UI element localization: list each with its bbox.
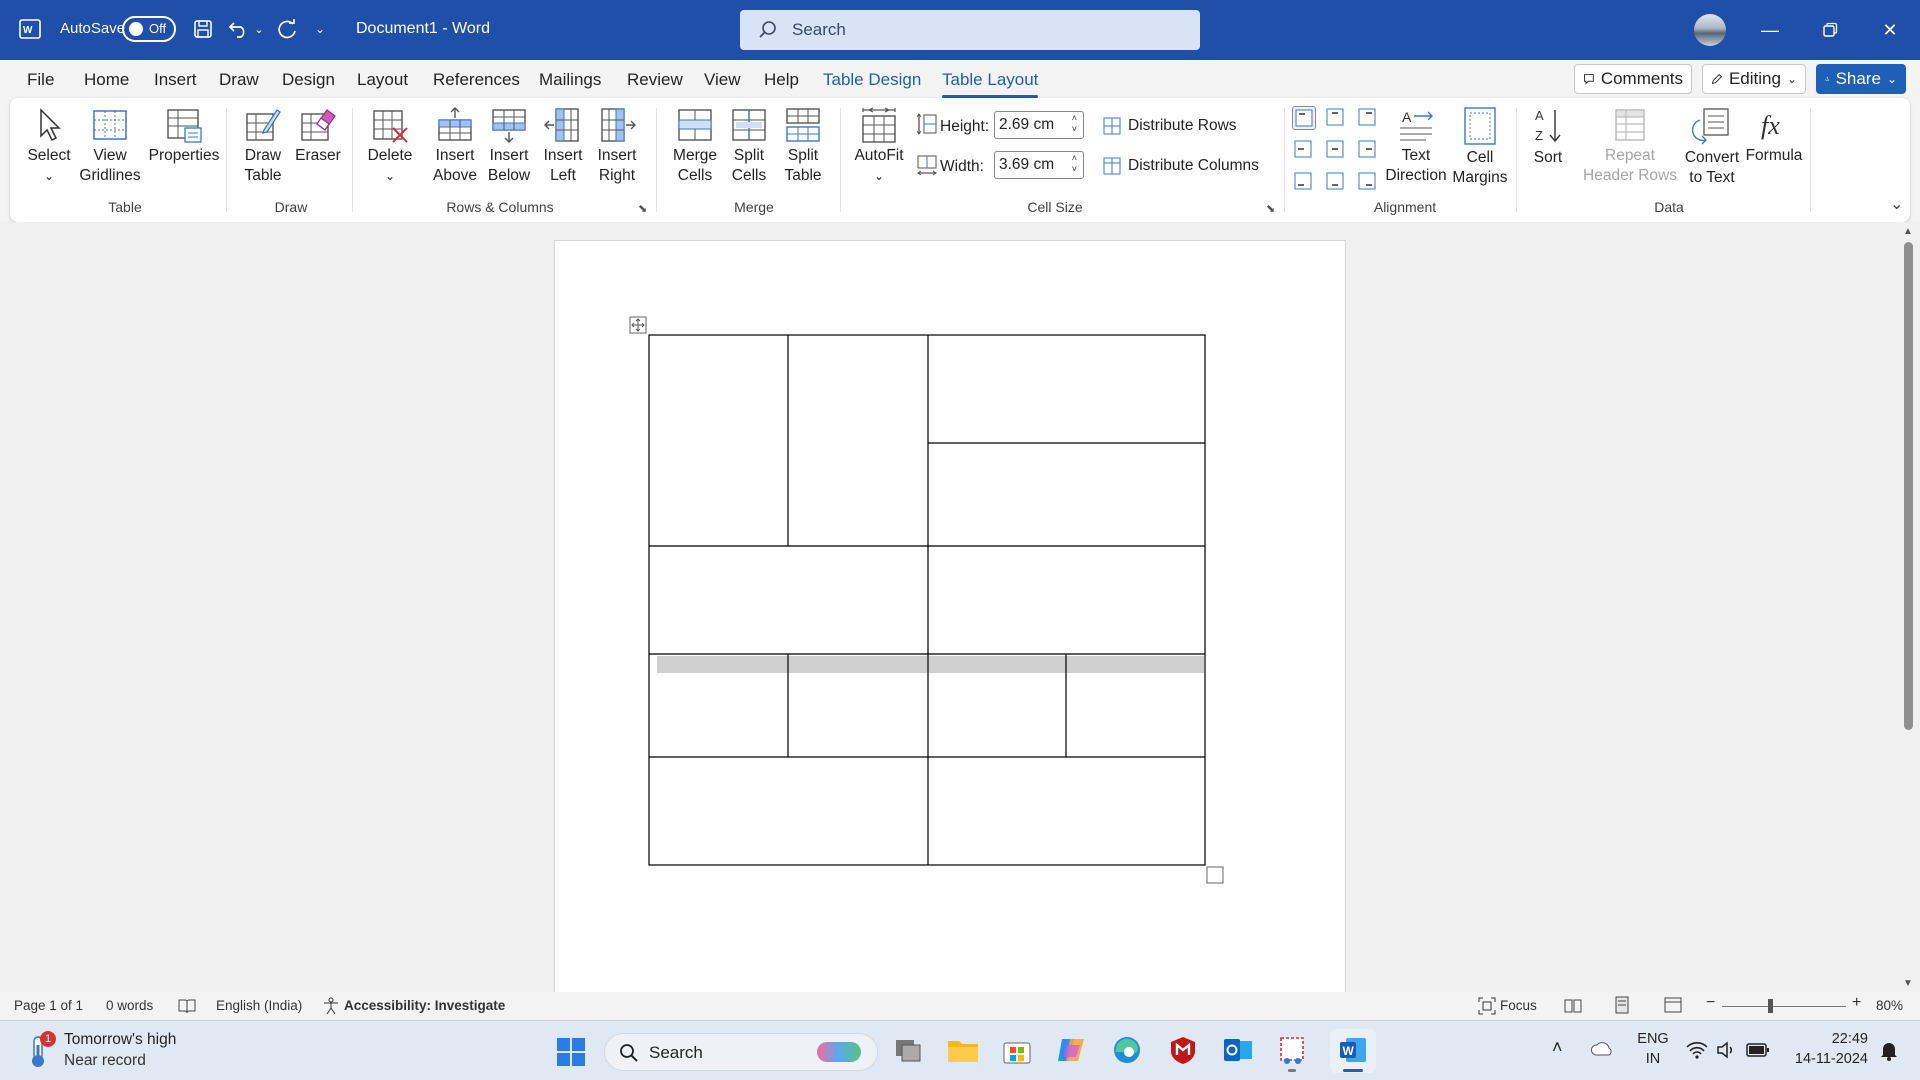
vertical-scrollbar[interactable]: ▲ ▼ bbox=[1900, 226, 1916, 992]
weather-widget-icon[interactable]: 1 bbox=[24, 1031, 56, 1069]
svg-text:W: W bbox=[1343, 1044, 1355, 1058]
search-icon bbox=[620, 1044, 638, 1062]
zoom-slider-thumb[interactable] bbox=[1768, 999, 1773, 1013]
table-resize-handle[interactable] bbox=[1206, 866, 1224, 884]
table-outer-border bbox=[648, 334, 1206, 866]
taskbar-search-label: Search bbox=[649, 1043, 703, 1062]
accessibility-status[interactable]: Accessibility: Investigate bbox=[344, 998, 505, 1013]
zoom-out-icon[interactable]: − bbox=[1706, 994, 1715, 1012]
battery-icon[interactable] bbox=[1746, 1042, 1770, 1058]
read-mode-icon[interactable] bbox=[1564, 998, 1582, 1014]
weather-badge: 1 bbox=[40, 1031, 56, 1047]
file-explorer-icon[interactable] bbox=[946, 1035, 980, 1070]
volume-icon[interactable] bbox=[1716, 1041, 1736, 1059]
scroll-down-icon[interactable]: ▼ bbox=[1903, 978, 1913, 989]
wifi-icon[interactable] bbox=[1686, 1041, 1708, 1059]
weather-title[interactable]: Tomorrow's high bbox=[64, 1031, 176, 1049]
copilot-icon[interactable] bbox=[1056, 1035, 1088, 1070]
print-layout-icon[interactable] bbox=[1614, 996, 1630, 1014]
running-indicator bbox=[1288, 1069, 1296, 1072]
web-layout-icon[interactable] bbox=[1664, 997, 1682, 1013]
edge-browser-icon[interactable] bbox=[1112, 1035, 1142, 1070]
language-indicator[interactable]: English (India) bbox=[216, 998, 302, 1013]
microsoft-store-icon[interactable] bbox=[1002, 1035, 1032, 1070]
word-count[interactable]: 0 words bbox=[106, 998, 153, 1013]
clock-time[interactable]: 22:49 bbox=[1792, 1031, 1868, 1047]
zoom-slider[interactable] bbox=[1722, 1006, 1846, 1007]
scroll-up-icon[interactable]: ▲ bbox=[1903, 226, 1913, 237]
focus-button[interactable]: Focus bbox=[1500, 998, 1537, 1013]
input-language-1[interactable]: ENG bbox=[1636, 1031, 1670, 1047]
input-language-2[interactable]: IN bbox=[1636, 1051, 1670, 1067]
proofing-book-icon[interactable] bbox=[178, 998, 196, 1014]
focus-mode-icon bbox=[1478, 997, 1496, 1015]
page-count[interactable]: Page 1 of 1 bbox=[14, 998, 83, 1013]
notification-bell-icon[interactable] bbox=[1880, 1041, 1898, 1061]
zoom-level[interactable]: 80% bbox=[1876, 998, 1903, 1013]
clock-date[interactable]: 14-11-2024 bbox=[1782, 1051, 1868, 1067]
mcafee-icon[interactable] bbox=[1168, 1035, 1198, 1070]
active-indicator bbox=[1343, 1069, 1363, 1072]
status-bar: Page 1 of 1 0 words English (India) Acce… bbox=[0, 992, 1920, 1020]
weather-subtitle[interactable]: Near record bbox=[64, 1052, 146, 1070]
search-highlight-icon bbox=[817, 1042, 861, 1062]
task-view-icon[interactable] bbox=[894, 1036, 924, 1064]
table-move-handle-icon[interactable] bbox=[629, 316, 647, 334]
word-taskbar-icon: W bbox=[1340, 1038, 1366, 1062]
taskbar-search[interactable]: Search bbox=[604, 1033, 878, 1071]
scrollbar-thumb[interactable] bbox=[1904, 242, 1913, 730]
onedrive-cloud-icon[interactable] bbox=[1590, 1041, 1614, 1057]
windows-start-icon[interactable] bbox=[556, 1037, 586, 1067]
snipping-tool-icon[interactable] bbox=[1278, 1035, 1308, 1072]
show-hidden-icons-chevron-icon[interactable]: ˄ bbox=[1552, 1037, 1563, 1058]
accessibility-icon bbox=[324, 997, 338, 1015]
document-table[interactable] bbox=[0, 0, 1920, 1000]
outlook-icon[interactable] bbox=[1222, 1035, 1254, 1070]
zoom-in-icon[interactable]: + bbox=[1852, 994, 1861, 1012]
selected-row-highlight bbox=[657, 656, 1204, 673]
word-taskbar-button[interactable]: W bbox=[1330, 1029, 1376, 1073]
windows-taskbar: 1 Tomorrow's high Near record Search W ˄… bbox=[0, 1020, 1920, 1080]
